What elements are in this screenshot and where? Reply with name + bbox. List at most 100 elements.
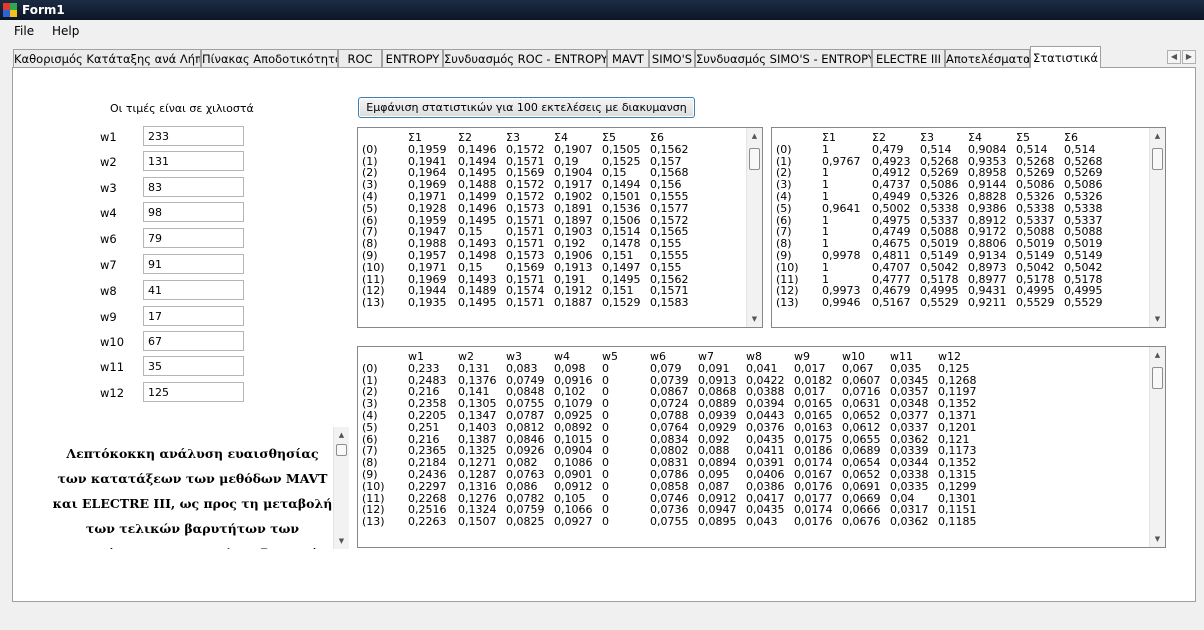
menu-file[interactable]: File xyxy=(14,24,34,38)
menu-help[interactable]: Help xyxy=(52,24,79,38)
list-cell: 0,0652 xyxy=(842,467,881,481)
title-bar: Form1 xyxy=(0,0,1204,20)
list-cell: 0,5326 xyxy=(1016,189,1055,203)
list-cell: 0,15 xyxy=(458,260,483,274)
list-cell: 0,1572 xyxy=(506,142,545,156)
list-cell: 0,0929 xyxy=(698,420,737,434)
list-cell: 0,1287 xyxy=(458,467,497,481)
list-cell: 0 xyxy=(602,361,609,375)
list-cell: 0,5002 xyxy=(872,201,911,215)
list-cell: 0,1347 xyxy=(458,408,497,422)
weight-input[interactable] xyxy=(143,151,244,171)
sums-list-left[interactable]: Σ1 Σ2 Σ3 Σ4 Σ5 Σ6 (0) 0,1959 0,1496 0,1572 0,1907 0… xyxy=(357,127,763,328)
list-cell: 0,1583 xyxy=(650,296,689,310)
description-scrollbar[interactable]: ▲ ▼ xyxy=(333,427,349,549)
list-cell: (13) xyxy=(362,515,385,529)
weight-input[interactable] xyxy=(143,331,244,351)
list-cell: 0,0825 xyxy=(506,515,545,529)
sums-list-right-scrollbar[interactable]: ▲ ▼ xyxy=(1149,128,1165,327)
list-cell: 0,1573 xyxy=(506,248,545,262)
weight-input[interactable] xyxy=(143,202,244,222)
scroll-down-icon[interactable]: ▼ xyxy=(1150,531,1165,547)
list-cell: 0,0925 xyxy=(554,408,593,422)
scroll-up-icon[interactable]: ▲ xyxy=(1150,128,1165,144)
scroll-thumb[interactable] xyxy=(336,444,347,456)
list-cell: (9) xyxy=(776,248,792,262)
list-cell: 0,5529 xyxy=(920,296,959,310)
app-icon xyxy=(3,3,17,17)
scroll-up-icon[interactable]: ▲ xyxy=(334,427,349,443)
list-cell: 0,0676 xyxy=(842,515,881,529)
tab-roc[interactable]: ROC xyxy=(338,49,382,68)
list-cell: 0,8973 xyxy=(968,260,1007,274)
tab-results[interactable]: Αποτελέσματα xyxy=(945,49,1030,68)
tab-entropy[interactable]: ENTROPY xyxy=(382,49,443,68)
weight-input[interactable] xyxy=(143,356,244,376)
weights-list[interactable]: w1 w2 w3 w4 w5 w6 w7 w8 w9 w10 w11 w12 (0) 0,233 0,131… xyxy=(357,346,1166,548)
list-cell: 0,1906 xyxy=(554,248,593,262)
weight-input[interactable] xyxy=(143,228,244,248)
tab-efficiency-table[interactable]: Πίνακας Αποδοτικότητας xyxy=(201,49,338,68)
list-cell: 0,2263 xyxy=(408,515,447,529)
scroll-down-icon[interactable]: ▼ xyxy=(334,533,349,549)
weight-input[interactable] xyxy=(143,382,244,402)
scroll-down-icon[interactable]: ▼ xyxy=(747,311,762,327)
weight-input[interactable] xyxy=(143,306,244,326)
weight-label: w8 xyxy=(100,284,117,298)
list-cell: (10) xyxy=(362,479,385,493)
scroll-up-icon[interactable]: ▲ xyxy=(747,128,762,144)
tab-scroll-right-icon[interactable]: ▶ xyxy=(1182,50,1196,64)
list-cell: 0,0176 xyxy=(794,479,833,493)
tab-simos-entropy[interactable]: Συνδυασμός SIMO'S - ENTROPY xyxy=(695,49,872,68)
list-cell: 0,0755 xyxy=(650,515,689,529)
list-cell: 0,5149 xyxy=(1064,248,1103,262)
list-cell: 0,1499 xyxy=(458,189,497,203)
list-cell: 0,0163 xyxy=(794,420,833,434)
tab-ranking-per-user[interactable]: Καθορισμός Κατάταξης ανά Λήπτη xyxy=(13,49,201,68)
list-cell: 0,5529 xyxy=(1064,296,1103,310)
list-cell: 0,1959 xyxy=(408,142,447,156)
list-cell: 0,091 xyxy=(698,361,730,375)
list-cell: 0,4811 xyxy=(872,248,911,262)
scroll-thumb[interactable] xyxy=(1152,367,1163,389)
scroll-thumb[interactable] xyxy=(1152,148,1163,170)
list-cell: (10) xyxy=(362,260,385,274)
weight-input[interactable] xyxy=(143,126,244,146)
list-cell: 0 xyxy=(602,467,609,481)
list-cell: 0,083 xyxy=(506,361,538,375)
sums-list-left-scrollbar[interactable]: ▲ ▼ xyxy=(746,128,762,327)
list-cell: 0,095 xyxy=(698,467,730,481)
list-cell: 0,155 xyxy=(650,260,682,274)
list-cell: 0,9084 xyxy=(968,142,1007,156)
list-cell: 0,1555 xyxy=(650,189,689,203)
list-cell: 0,131 xyxy=(458,361,490,375)
tab-electre-iii[interactable]: ELECTRE III xyxy=(872,49,945,68)
list-cell: (4) xyxy=(776,189,792,203)
tab-roc-entropy[interactable]: Συνδυασμός ROC - ENTROPY xyxy=(443,49,607,68)
list-cell: 1 xyxy=(822,142,829,156)
list-cell: 0,9946 xyxy=(822,296,861,310)
list-cell: 0,1316 xyxy=(458,479,497,493)
sums-list-right[interactable]: Σ1 Σ2 Σ3 Σ4 Σ5 Σ6 (0) 1 0,479 0,514 0,9084 0,514 0,5… xyxy=(771,127,1166,328)
list-cell: 0,1529 xyxy=(602,296,641,310)
list-cell: 0,067 xyxy=(842,361,874,375)
weight-input[interactable] xyxy=(143,254,244,274)
tab-scroll-left-icon[interactable]: ◀ xyxy=(1167,50,1181,64)
weight-input[interactable] xyxy=(143,177,244,197)
show-statistics-button[interactable]: Εμφάνιση στατιστικών για 100 εκτελέσεις … xyxy=(358,97,695,118)
scroll-up-icon[interactable]: ▲ xyxy=(1150,347,1165,363)
weight-label: w4 xyxy=(100,206,117,220)
tab-statistics[interactable]: Στατιστικά xyxy=(1030,46,1101,68)
weights-list-scrollbar[interactable]: ▲ ▼ xyxy=(1149,347,1165,547)
scroll-thumb[interactable] xyxy=(749,148,760,170)
list-cell: 0,1913 xyxy=(554,260,593,274)
scroll-down-icon[interactable]: ▼ xyxy=(1150,311,1165,327)
weight-input[interactable] xyxy=(143,280,244,300)
list-cell: 0,5149 xyxy=(1016,248,1055,262)
list-cell: 0,1569 xyxy=(506,260,545,274)
tab-simos[interactable]: SIMO'S xyxy=(649,49,695,68)
list-cell: 0,0386 xyxy=(746,479,785,493)
tab-mavt[interactable]: MAVT xyxy=(607,49,649,68)
list-cell: 0,079 xyxy=(650,361,682,375)
list-cell: 0 xyxy=(602,515,609,529)
